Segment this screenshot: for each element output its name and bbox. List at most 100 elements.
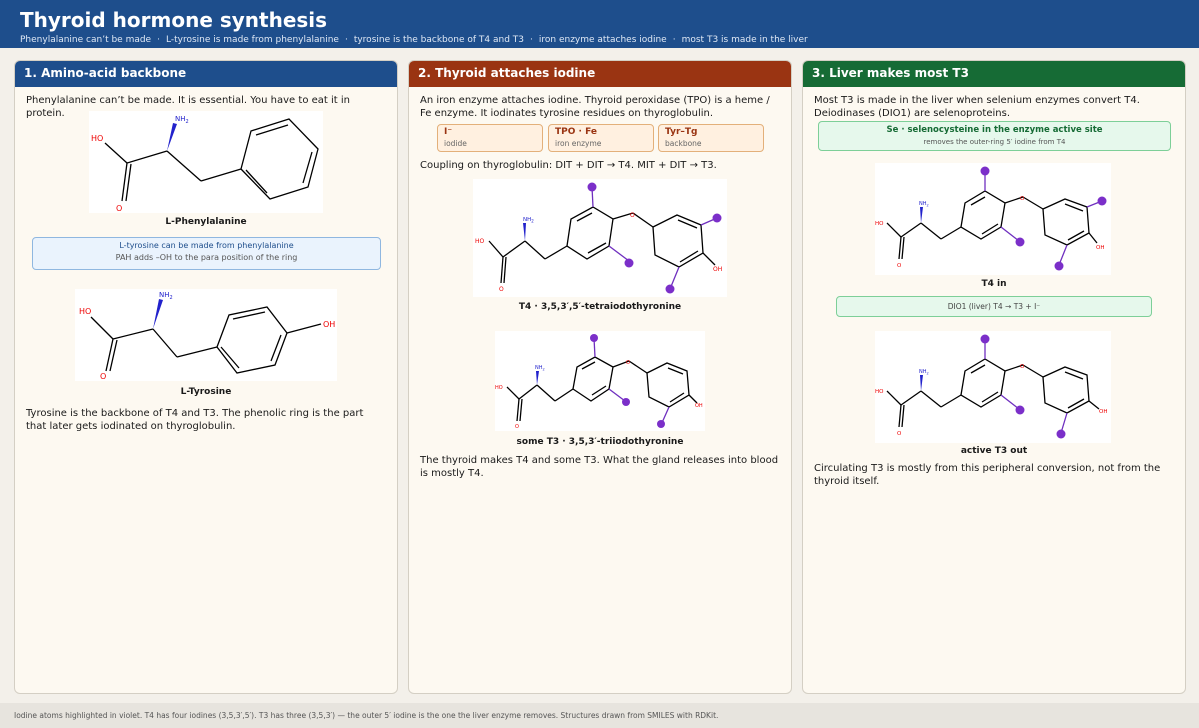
panel-liver-makes-t3: 3. Liver makes most T3 Most T3 is made i… xyxy=(802,60,1186,694)
iodine-atom xyxy=(1097,196,1107,206)
skeleton-bonds xyxy=(104,118,319,202)
iodine-atom xyxy=(1054,261,1064,271)
phenol-hydroxyl-label: OH xyxy=(1099,409,1107,415)
panel-intro: Most T3 is made in the liver when seleni… xyxy=(814,95,1140,119)
chip-title: I⁻ xyxy=(444,127,453,137)
t3-caption: some T3 · 3,5,3′-triiodothyronine xyxy=(516,437,684,447)
tyrosine-structure: HO O OH NH2 xyxy=(75,289,337,381)
hydroxyl-label: HO xyxy=(875,389,884,395)
panel-heading: 1. Amino-acid backbone xyxy=(15,61,397,87)
iodine-atom xyxy=(980,166,990,176)
page-header: Thyroid hormone synthesis Phenylalanine … xyxy=(0,0,1199,48)
t3-structure: HO O O OH NH2 xyxy=(495,331,705,431)
iodine-atom xyxy=(587,182,597,192)
tyrosine-caption: L-Tyrosine xyxy=(180,387,232,397)
chip-subtitle: iron enzyme xyxy=(555,139,602,148)
panel-outro: The thyroid makes T4 and some T3. What t… xyxy=(420,455,779,479)
footer-note: Iodine atoms highlighted in violet. T4 h… xyxy=(0,703,1199,728)
subtitle-item: Phenylalanine can’t be made xyxy=(20,35,152,45)
amine-subscript: 2 xyxy=(531,219,534,224)
amine-label: NH2 xyxy=(175,115,189,125)
t4-in-caption: T4 in xyxy=(981,279,1007,289)
amine-label: NH2 xyxy=(535,365,545,372)
skeleton-bonds xyxy=(90,299,322,374)
oxygen-label: O xyxy=(499,286,504,293)
subtitle-separator: · xyxy=(530,35,533,45)
iodine-atom xyxy=(624,258,634,268)
ether-oxygen-label: O xyxy=(626,360,630,366)
amine-label-text: NH xyxy=(159,291,170,299)
hydroxyl-label: HO xyxy=(91,134,103,143)
ether-oxygen-label: O xyxy=(1020,364,1025,370)
phenylalanine-structure: HO O NH2 xyxy=(89,111,323,213)
chip-subtitle: iodide xyxy=(444,139,467,148)
dio1-conversion: DIO1 (liver) T4 → T3 + I⁻ xyxy=(947,302,1041,311)
t4-caption: T4 · 3,5,3′,5′-tetraiodothyronine xyxy=(518,302,682,312)
amine-subscript: 2 xyxy=(543,368,545,372)
panel-thyroid-attaches-iodine: 2. Thyroid attaches iodine An iron enzym… xyxy=(408,60,792,694)
panel-outro: Circulating T3 is mostly from this perip… xyxy=(814,463,1161,487)
subtitle-separator: · xyxy=(344,35,348,45)
oxygen-label: O xyxy=(116,204,122,213)
selenocysteine-note: Se · selenocysteine in the enzyme active… xyxy=(818,121,1171,151)
iodine-atom xyxy=(1015,237,1025,247)
amine-label: NH2 xyxy=(919,201,929,208)
amine-label: NH2 xyxy=(919,369,929,376)
oxygen-label: O xyxy=(897,263,902,269)
iodine-bonds xyxy=(984,339,1068,434)
iodine-atom xyxy=(665,284,675,294)
subtitle-item: iron enzyme attaches iodine xyxy=(538,35,667,45)
amine-subscript: 2 xyxy=(927,372,929,376)
page-subtitle: Phenylalanine can’t be made · L-tyrosine i… xyxy=(20,35,1179,45)
page-title: Thyroid hormone synthesis xyxy=(20,8,328,32)
iodine-atom xyxy=(1056,429,1066,439)
selenocysteine-title: Se · selenocysteine in the enzyme active… xyxy=(886,125,1103,135)
panel-outro: Tyrosine is the backbone of T4 and T3. T… xyxy=(26,408,364,432)
amine-subscript: 2 xyxy=(927,204,929,208)
chip-title: TPO · Fe xyxy=(555,127,597,137)
phenol-hydroxyl-label: OH xyxy=(713,266,722,273)
t3-out-structure: HO O O OH NH2 xyxy=(875,331,1111,443)
phenylalanine-caption: L-Phenylalanine xyxy=(165,217,247,227)
pah-note-title: L-tyrosine can be made from phenylalanin… xyxy=(119,241,294,250)
panel-heading: 3. Liver makes most T3 xyxy=(803,61,1185,87)
amine-subscript: 2 xyxy=(186,119,189,125)
oxygen-label: O xyxy=(897,431,902,437)
amine-label-text: NH xyxy=(175,115,186,123)
amine-subscript: 2 xyxy=(170,295,173,301)
iodine-atom xyxy=(590,334,598,342)
iodine-atom xyxy=(712,213,722,223)
panel-heading: 2. Thyroid attaches iodine xyxy=(409,61,791,87)
t4-in-structure: HO O O OH NH2 xyxy=(875,163,1111,275)
chip-subtitle: backbone xyxy=(665,139,702,148)
iodine-atom xyxy=(980,334,990,344)
selenocysteine-detail: removes the outer-ring 5′ iodine from T4 xyxy=(923,138,1066,146)
panel-intro: An iron enzyme attaches iodine. Thyroid … xyxy=(420,95,770,119)
hydroxyl-label: HO xyxy=(475,238,485,245)
oxygen-label: O xyxy=(515,424,519,430)
ether-oxygen-label: O xyxy=(1020,196,1025,202)
subtitle-separator: · xyxy=(157,35,160,45)
pah-note-detail: PAH adds –OH to the para position of the… xyxy=(115,253,298,262)
t4-structure: HO O O OH NH2 xyxy=(473,179,727,297)
chip-title: Tyr–Tg xyxy=(665,127,698,137)
iodine-atom xyxy=(622,398,630,406)
hydroxyl-label: HO xyxy=(79,307,91,316)
amine-label-text: NH xyxy=(523,217,531,223)
dio1-note: DIO1 (liver) T4 → T3 + I⁻ xyxy=(836,296,1152,317)
pah-note: L-tyrosine can be made from phenylalanin… xyxy=(32,237,381,270)
phenol-hydroxyl-label: OH xyxy=(1096,245,1104,251)
iodine-bonds xyxy=(593,337,670,426)
subtitle-item: most T3 is made in the liver xyxy=(681,35,808,45)
coupling-text: Coupling on thyroglobulin: DIT + DIT → T… xyxy=(420,160,717,171)
subtitle-separator: · xyxy=(672,35,676,45)
t3-out-caption: active T3 out xyxy=(960,446,1028,456)
subtitle-item: L-tyrosine is made from phenylalanine xyxy=(165,35,339,45)
amine-label: NH2 xyxy=(523,217,534,224)
panel-amino-acid-backbone: 1. Amino-acid backbone Phenylalanine can… xyxy=(14,60,398,694)
chip-tyr-tg: Tyr–Tg backbone xyxy=(658,124,764,152)
iodine-atom xyxy=(1015,405,1025,415)
subtitle-item: tyrosine is the backbone of T4 and T3 xyxy=(353,35,525,45)
phenol-hydroxyl-label: OH xyxy=(323,320,335,329)
chip-iodide: I⁻ iodide xyxy=(437,124,543,152)
